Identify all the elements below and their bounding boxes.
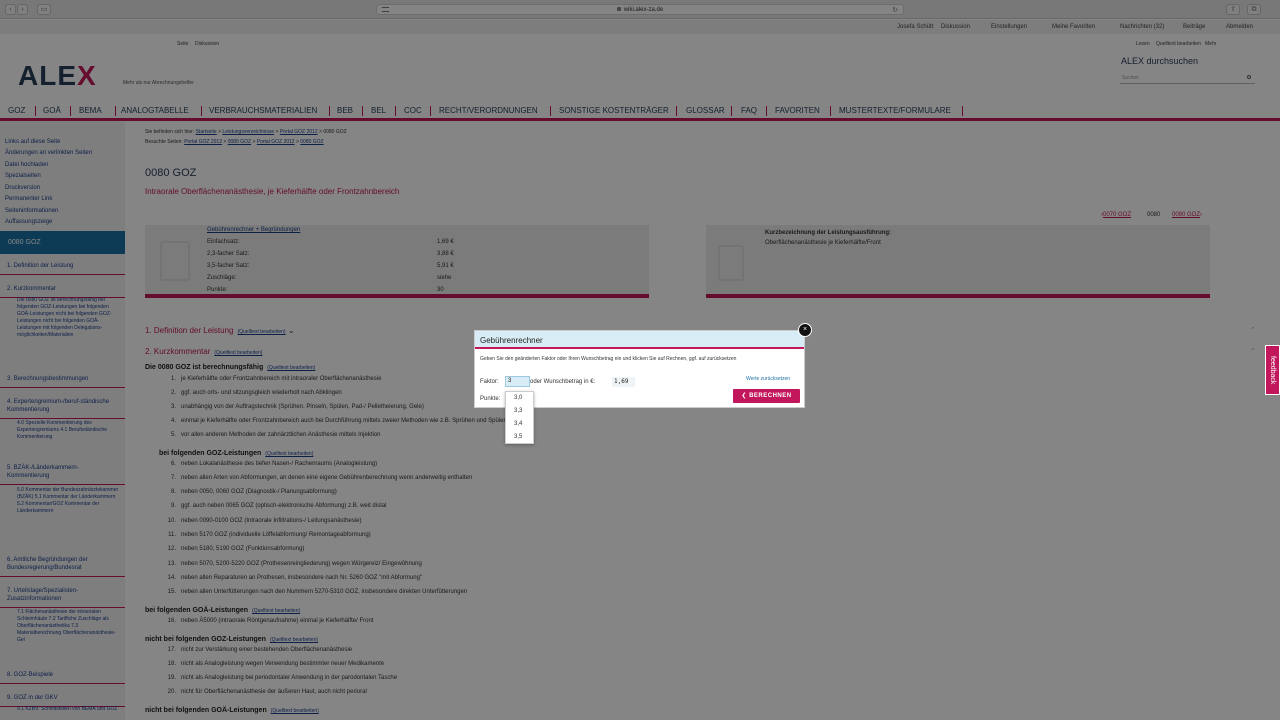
reset-values-link[interactable]: Werte zurücksetzen — [746, 376, 790, 382]
calculate-button[interactable]: ❮ BERECHNEN — [733, 389, 800, 403]
factor-select[interactable]: 3 — [505, 376, 530, 387]
factor-option[interactable]: 3,3 — [506, 405, 533, 418]
dialog-description: Geben Sie den geänderten Faktor oder Ihr… — [480, 356, 737, 362]
wish-label: oder Wunschbetrag in €: — [530, 379, 596, 385]
wish-amount-input[interactable]: 1,69 — [612, 377, 635, 387]
close-icon[interactable]: × — [798, 323, 812, 337]
factor-option[interactable]: 3,5 — [506, 431, 533, 444]
factor-label: Faktor: — [480, 379, 499, 385]
dialog-title: Gebührenrechner — [475, 331, 804, 349]
calculate-label: BERECHNEN — [749, 393, 792, 399]
feedback-tab[interactable]: feedback — [1265, 345, 1280, 395]
factor-dropdown: 3,0 3,3 3,4 3,5 — [505, 391, 534, 444]
calculator-button-icon: ❮ — [741, 393, 750, 399]
factor-option[interactable]: 3,0 — [506, 392, 533, 405]
factor-option[interactable]: 3,4 — [506, 418, 533, 431]
points-label: Punkte: — [480, 396, 501, 402]
